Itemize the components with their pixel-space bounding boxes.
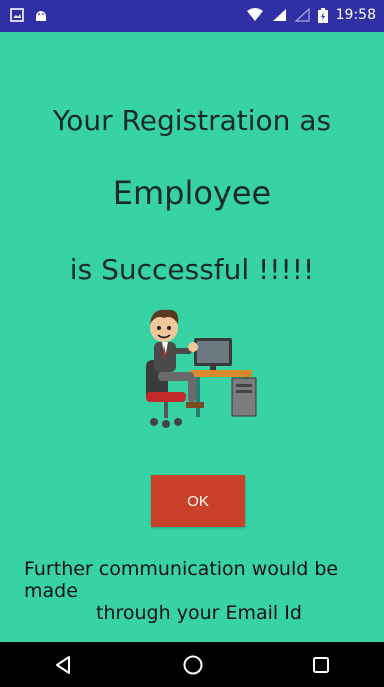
registration-success-screen: Your Registration as Employee is Success… [0,32,384,642]
android-icon [34,8,48,22]
battery-charging-icon [317,7,328,23]
heading-line-1: Your Registration as [52,104,332,137]
back-icon[interactable] [54,655,74,675]
home-icon[interactable] [182,654,204,676]
message-line-1: Further communication would be made [24,558,339,602]
message-line-2: through your Email Id [96,602,302,624]
heading-line-3: is Successful !!!!! [69,253,315,286]
heading-line-2: Employee [112,174,272,212]
status-bar: 19:58 [0,0,384,32]
ok-button[interactable]: OK [151,475,245,527]
communication-message: Further communication would be made thro… [24,558,364,624]
status-time: 19:58 [335,7,376,23]
employee-at-computer-illustration [132,300,266,432]
recents-icon[interactable] [312,656,330,674]
navigation-bar [0,642,384,687]
wifi-icon [246,8,264,22]
signal-icon [272,8,287,22]
signal-empty-icon [294,8,310,22]
image-icon [10,8,24,22]
